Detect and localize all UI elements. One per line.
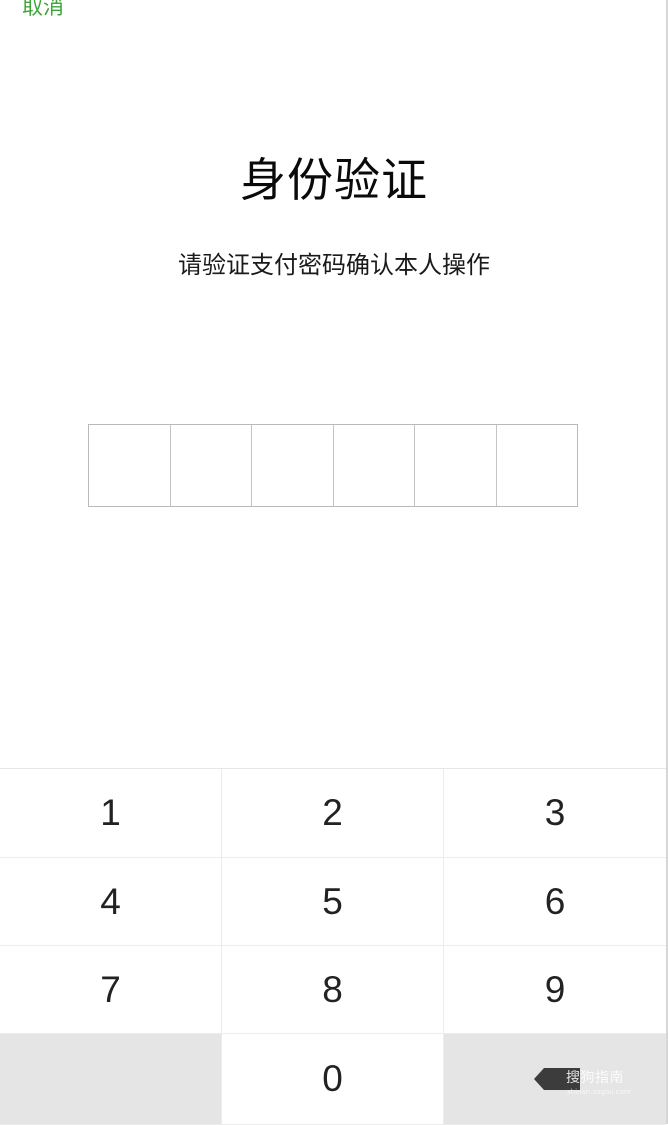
watermark-text: 搜狗指南 <box>566 1070 624 1086</box>
key-blank <box>0 1034 222 1125</box>
page-subtitle: 请验证支付密码确认本人操作 <box>178 251 490 279</box>
key-3[interactable]: 3 <box>444 769 666 858</box>
pin-digit-cell <box>334 425 415 506</box>
pin-digit-cell <box>497 425 578 506</box>
cancel-button[interactable]: 取消 <box>22 0 64 22</box>
key-5[interactable]: 5 <box>222 858 444 946</box>
key-0[interactable]: 0 <box>222 1034 444 1125</box>
key-8[interactable]: 8 <box>222 946 444 1034</box>
key-1[interactable]: 1 <box>0 769 222 858</box>
payment-password-input[interactable] <box>88 424 578 507</box>
key-2[interactable]: 2 <box>222 769 444 858</box>
watermark-url: zhinan.sogou.com <box>567 1088 631 1096</box>
pin-digit-cell <box>89 425 171 506</box>
pin-digit-cell <box>415 425 497 506</box>
pin-digit-cell <box>171 425 252 506</box>
key-9[interactable]: 9 <box>444 946 666 1034</box>
key-4[interactable]: 4 <box>0 858 222 946</box>
delete-key[interactable] <box>444 1034 666 1125</box>
pin-digit-cell <box>252 425 334 506</box>
key-7[interactable]: 7 <box>0 946 222 1034</box>
key-6[interactable]: 6 <box>444 858 666 946</box>
page-title: 身份验证 <box>240 153 428 207</box>
